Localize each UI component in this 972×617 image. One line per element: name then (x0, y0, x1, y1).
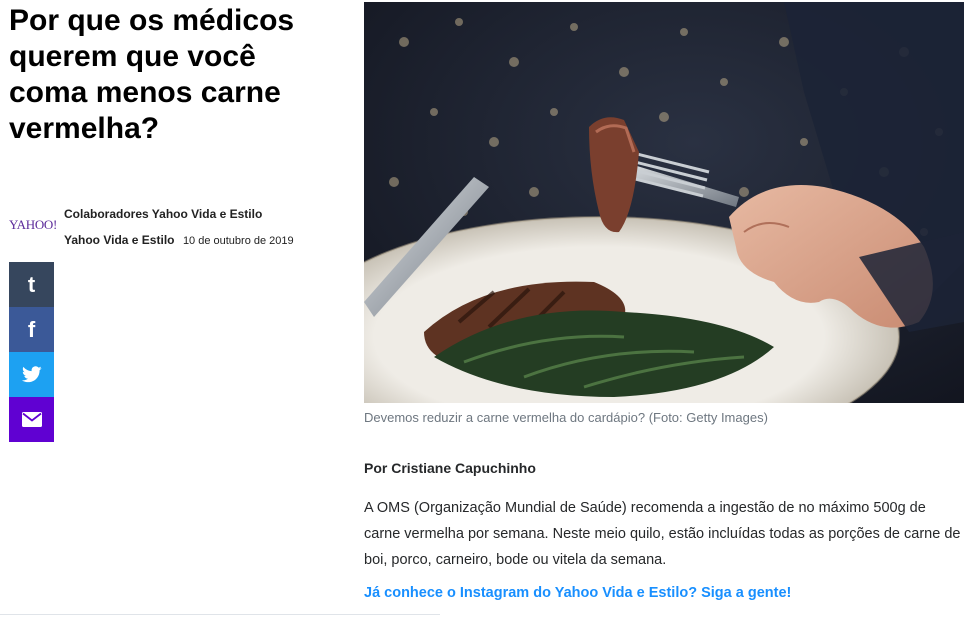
instagram-promo-link[interactable]: Já conhece o Instagram do Yahoo Vida e E… (364, 585, 791, 601)
share-email-button[interactable] (9, 397, 54, 442)
email-icon (21, 412, 42, 427)
image-caption: Devemos reduzir a carne vermelha do card… (364, 410, 768, 425)
provider-line: Yahoo Vida e Estilo 10 de outubro de 201… (64, 231, 294, 249)
facebook-icon: f (27, 316, 36, 342)
hero-image (364, 2, 964, 403)
share-twitter-button[interactable] (9, 352, 54, 397)
article-paragraph: A OMS (Organização Mundial de Saúde) rec… (364, 500, 961, 568)
article-author-byline: Por Cristiane Capuchinho (364, 460, 536, 476)
share-tumblr-button[interactable]: t (9, 262, 54, 307)
author-name[interactable]: Colaboradores Yahoo Vida e Estilo (64, 207, 262, 221)
share-bar: t f (9, 262, 54, 442)
share-facebook-button[interactable]: f (9, 307, 54, 352)
article-headline: Por que os médicos querem que você coma … (9, 4, 295, 145)
divider (0, 614, 440, 615)
publish-date: 10 de outubro de 2019 (182, 235, 294, 247)
twitter-icon (21, 366, 42, 383)
yahoo-logo[interactable]: YAHOO! (9, 217, 57, 233)
tumblr-icon: t (27, 271, 36, 297)
provider-name[interactable]: Yahoo Vida e Estilo (64, 233, 174, 247)
